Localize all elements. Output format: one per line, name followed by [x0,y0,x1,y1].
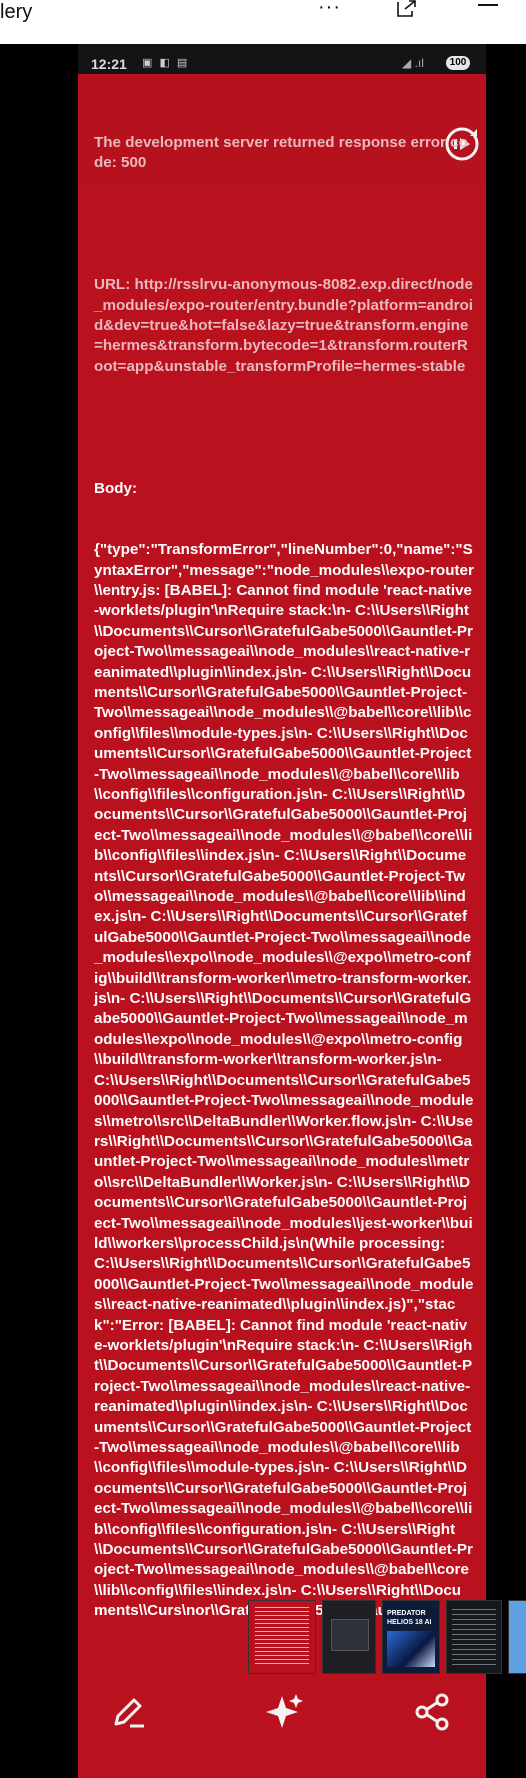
signal-icon: ◢ .ıl [402,56,424,70]
error-body-text: {"type":"TransformError","lineNumber":0,… [94,541,474,1620]
thumbnail-dark-dialog[interactable] [322,1600,376,1674]
edit-icon[interactable] [106,1690,150,1734]
thumbnail-partial[interactable] [508,1600,526,1674]
gallery-thumbnail-strip: PREDATOR HELIOS 18 AI [0,1600,526,1680]
notification-icons: ▣ ◧ ▤ [142,57,190,69]
thumbnail-caption: PREDATOR HELIOS 18 AI [387,1610,432,1626]
error-body-label: Body: [94,479,138,497]
battery-icon: 100 [446,56,470,70]
open-external-icon[interactable] [396,0,418,23]
error-panel: The development server returned response… [78,74,486,1778]
minimize-icon[interactable] [478,4,498,6]
error-url: URL: http://rsslrvu-anonymous-8082.exp.d… [94,276,474,375]
error-heading: The development server returned response… [94,133,468,172]
ai-sparkle-icon[interactable] [262,1690,306,1734]
thumbnail-laptop[interactable]: PREDATOR HELIOS 18 AI [382,1600,440,1674]
share-icon[interactable] [410,1690,454,1734]
status-bar: 12:21 ▣ ◧ ▤ ◢ .ıl 100 [78,50,486,76]
app-title: lery [0,1,33,23]
app-top-bar: lery ··· [0,0,526,44]
bottom-action-bar [0,1690,526,1778]
status-time: 12:21 [91,56,127,72]
more-icon[interactable]: ··· [318,0,341,17]
error-message: The development server returned response… [94,92,474,1662]
phone-screenshot: 12:21 ▣ ◧ ▤ ◢ .ıl 100 The development se… [78,44,486,1778]
thumbnail-error-screen[interactable] [248,1600,316,1674]
thumbnail-text-doc[interactable] [446,1600,502,1674]
